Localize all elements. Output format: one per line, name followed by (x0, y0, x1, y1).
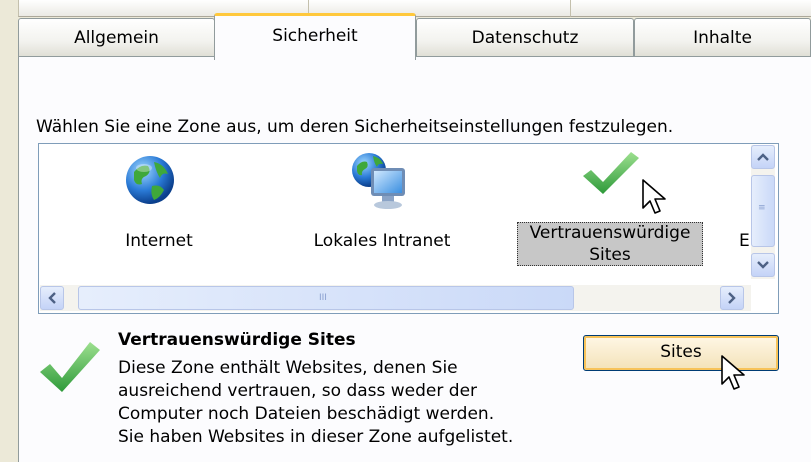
checkmark-icon (583, 152, 639, 194)
scroll-grip: ≡ (758, 203, 766, 213)
scroll-left-button[interactable] (40, 286, 64, 310)
tab-sicherheit[interactable]: Sicherheit (214, 13, 416, 60)
chevron-left-icon (48, 292, 56, 304)
sites-button[interactable]: Sites (583, 335, 779, 371)
mouse-cursor-icon (721, 355, 745, 390)
vertical-scrollbar[interactable]: ≡ (751, 145, 775, 279)
zone-label-line2: Sites (589, 245, 631, 265)
scroll-down-button[interactable] (751, 253, 775, 277)
chevron-right-icon (728, 292, 736, 304)
zone-label: Internet (125, 231, 193, 251)
scroll-right-button[interactable] (720, 286, 744, 310)
checkmark-icon (40, 342, 100, 392)
zone-description-line: ausreichend vertrauen, so dass weder der (118, 381, 478, 401)
tab-datenschutz[interactable]: Datenschutz (416, 18, 634, 56)
globe-icon (126, 156, 174, 204)
tab-inhalte[interactable]: Inhalte (634, 18, 811, 56)
zone-description-line: Sie haben Websites in dieser Zone aufgel… (118, 427, 514, 447)
chevron-down-icon (757, 261, 769, 269)
zone-description-line: Diese Zone enthält Websites, denen Sie (118, 358, 458, 378)
tab-allgemein[interactable]: Allgemein (18, 18, 215, 56)
zone-label-line1: Vertrauenswürdige (529, 223, 691, 243)
scroll-grip: III (319, 293, 327, 303)
zone-label: Lokales Intranet (313, 231, 451, 251)
horizontal-scrollbar[interactable]: III (40, 285, 751, 311)
intranet-computer-icon (352, 153, 405, 209)
mouse-cursor-icon (642, 179, 666, 214)
zone-description-line: Computer noch Dateien beschädigt werden. (118, 404, 495, 424)
scroll-up-button[interactable] (751, 145, 775, 169)
chevron-up-icon (757, 153, 769, 161)
horizontal-scroll-thumb[interactable]: III (78, 286, 574, 310)
vertical-scroll-thumb[interactable]: ≡ (751, 175, 775, 247)
zone-label-selected: Vertrauenswürdige Sites (517, 222, 703, 266)
upper-tab[interactable] (570, 0, 811, 17)
zone-description-title: Vertrauenswürdige Sites (118, 330, 356, 350)
zone-instruction: Wählen Sie eine Zone aus, um deren Siche… (36, 117, 674, 137)
